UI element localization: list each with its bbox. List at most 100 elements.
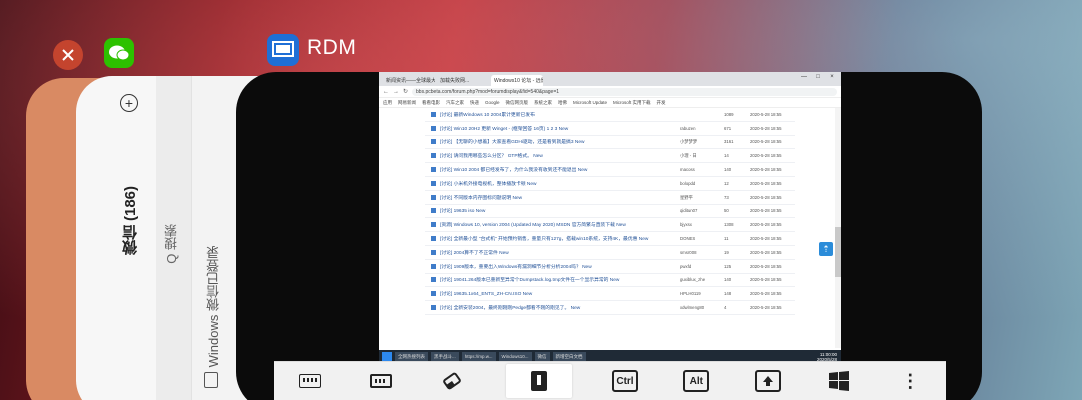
reload-icon[interactable]: ↻ [403,88,408,95]
thread-author[interactable]: 星野平 [680,195,724,200]
windows-key-button[interactable] [821,367,857,395]
thread-title[interactable]: [资源] Windows 10, version 2004 (Updated M… [440,221,680,228]
forum-row[interactable]: [讨论] Win10 20H2 更新 Winget - (框架回答 16页) 1… [425,122,795,136]
forum-row[interactable]: [讨论] 最新Windows 10 2004累计更新已发布 1089 2020-5-… [425,108,795,122]
thread-title[interactable]: [讨论] 全新安装2004，最终刚刚刚Pedge都看不刚的刚见了。 New [440,304,680,311]
forum-row[interactable]: [讨论] 1909版本，重要出入Windows有漏洞细节分析分析2004吗？ N… [425,260,795,274]
keyboard-fn-button[interactable] [363,367,399,395]
scroll-top-button[interactable]: ⇡ [819,242,833,256]
thread-icon [431,263,436,269]
thread-author[interactable]: rabuzen [680,126,724,131]
remote-desktop-app-icon[interactable] [53,40,83,70]
bookmark-item[interactable]: Microsoft 实用下载 [613,100,651,106]
thread-author[interactable]: 小理 - 日 [680,153,724,158]
eraser-button[interactable] [434,367,470,395]
forum-row[interactable]: [讨论] 全新最小型 "台式机" 开始预约销售，重量只有127g，搭载win10… [425,232,795,246]
bookmark-item[interactable]: 快递 [470,100,479,106]
thread-title[interactable]: [讨论] 请问我用哪些怎么分区？ GTP格式。 New [440,152,680,159]
thread-author[interactable]: pwxfd [680,264,724,269]
bookmark-item[interactable]: 汽车之家 [446,100,464,106]
thread-author[interactable]: qiditun07 [680,208,724,213]
thread-title[interactable]: [讨论] Win10 2004 都已经发布了，为什么我没有收到还不能退出 New [440,166,680,173]
keyboard-icon [298,374,321,388]
thread-title[interactable]: [讨论] 最新Windows 10 2004累计更新已发布 [440,111,680,118]
add-icon[interactable]: + [120,94,138,112]
bookmark-item[interactable]: 哈佛 [558,100,567,106]
forum-thread-list: [讨论] 最新Windows 10 2004累计更新已发布 1089 2020-5-… [425,108,795,315]
phone-icon[interactable] [204,372,218,388]
thread-title[interactable]: [讨论] 19041.264版本已重新至异常个Dumpstack.log.tmp… [440,276,680,283]
rdm-app-icon[interactable] [267,34,299,66]
bookmark-item[interactable]: Microsoft Update [573,100,607,105]
thread-author[interactable]: HPLH0119 [680,291,724,296]
bookmark-item[interactable]: 网易新闻 [398,100,416,106]
search-input[interactable]: Q 搜索 [162,224,181,264]
thread-icon [431,167,436,173]
url-input[interactable]: bbs.pcbeta.com/forum.php?mod=forumdispla… [412,87,837,96]
keyboard-button[interactable] [292,367,328,395]
forum-row[interactable]: [讨论] 2004算不了不正常件 New smsr008 19 2020-5-28 1… [425,246,795,260]
window-controls: — □ × [797,72,839,82]
thread-author[interactable]: smsr008 [680,250,724,255]
wechat-app-icon[interactable] [104,38,134,68]
bookmark-item[interactable]: 开发 [657,100,666,106]
alt-key-label: Alt [683,370,710,392]
login-status: Windows 微信已登录 [206,246,221,368]
browser-tab-active[interactable]: Windows10 论坛 - 远景论坛 [491,75,543,86]
thread-title[interactable]: [讨论] 全新最小型 "台式机" 开始预约销售，重量只有127g，搭载win10… [440,235,680,242]
browser-tabbar: 新闻资讯——全球最大的中文IT门户 加载失败网... Windows10 论坛 … [379,72,841,86]
thread-icon [431,291,436,297]
touch-mode-button[interactable] [505,364,572,398]
thread-author[interactable]: macoss [680,167,724,172]
thread-icon [431,249,436,255]
forum-row[interactable]: [讨论] 19635 iso New qiditun07 50 2020-5-28 1… [425,205,795,219]
thread-author[interactable]: bolopdd [680,181,724,186]
bookmark-item[interactable]: 看看电影 [422,100,440,106]
thread-title[interactable]: [讨论] 不同版本内存图标问题说明 New [440,194,680,201]
forum-row[interactable]: [讨论] 全新安装2004，最终刚刚刚Pedge都看不刚的刚见了。 New xdw… [425,301,795,315]
maximize-button[interactable]: □ [811,72,825,82]
close-button[interactable]: × [825,72,839,82]
thread-title[interactable]: [讨论] 19635.1x64_ENTS_ZH-CN.ISO New [440,290,680,297]
forum-row[interactable]: [讨论] 【无聊的小想着】大家查看GDHi驱动，还是看到就是搞3 New 小梦梦梦… [425,136,795,150]
thread-title[interactable]: [讨论] 1909版本，重要出入Windows有漏洞细节分析分析2004吗？ N… [440,263,680,270]
scrollbar-thumb[interactable] [835,227,841,277]
thread-author[interactable]: 小梦梦梦 [680,139,724,144]
forum-row[interactable]: [资源] Windows 10, version 2004 (Updated M… [425,218,795,233]
thread-author[interactable]: bjyxsx [680,222,724,227]
thread-title[interactable]: [讨论] 2004算不了不正常件 New [440,249,680,256]
forum-row[interactable]: [讨论] 不同版本内存图标问题说明 New 星野平 73 2020-5-28 18:5… [425,191,795,205]
thread-last-post: 2020-5-28 18:55 [750,111,782,117]
thread-author[interactable]: DONES [680,236,724,241]
rdm-app-card[interactable]: 新闻资讯——全球最大的中文IT门户 加载失败网... Windows10 论坛 … [236,72,982,400]
thread-icon [431,277,436,283]
thread-title[interactable]: [讨论] 小米机外接电视机，整体播放卡顿 New [440,180,680,187]
thread-title[interactable]: [讨论] 19635 iso New [440,207,680,214]
bookmark-item[interactable]: 应用 [383,100,392,106]
alt-button[interactable]: Alt [678,367,714,395]
browser-tab[interactable]: 新闻资讯——全球最大的中文IT门户 [383,75,435,86]
minimize-button[interactable]: — [797,72,811,82]
thread-last-post: 2020-5-28 18:55 [750,249,782,255]
forward-icon[interactable]: → [393,89,399,95]
forum-row[interactable]: [讨论] Win10 2004 都已经发布了，为什么我没有收到还不能退出 New… [425,163,795,177]
bookmark-item[interactable]: 系统之家 [534,100,552,106]
forum-row[interactable]: [讨论] 请问我用哪些怎么分区？ GTP格式。 New 小理 - 日 14 2020-… [425,149,795,164]
thread-title[interactable]: [讨论] Win10 20H2 更新 Winget - (框架回答 16页) 1… [440,125,680,132]
back-icon[interactable]: ← [383,89,389,95]
forum-row[interactable]: [讨论] 小米机外接电视机，整体播放卡顿 New bolopdd 12 2020-5-… [425,177,795,191]
shift-button[interactable] [750,367,786,395]
forum-row[interactable]: [讨论] 19635.1x64_ENTS_ZH-CN.ISO New HPLH01… [425,287,795,302]
ctrl-button[interactable]: Ctrl [607,367,643,395]
more-button[interactable]: ⋮ [892,367,928,395]
remote-screen[interactable]: 新闻资讯——全球最大的中文IT门户 加载失败网... Windows10 论坛 … [379,72,841,364]
thread-count: 1308 [724,222,734,228]
thread-author[interactable]: guxiblux_zhe [680,277,724,282]
browser-tab[interactable]: 加载失败网... [437,75,489,86]
thread-title[interactable]: [讨论] 【无聊的小想着】大家查看GDHi驱动，还是看到就是搞3 New [440,138,680,145]
bookmark-item[interactable]: Google [485,100,500,105]
thread-author[interactable]: xdwlmeng80 [680,305,724,310]
forum-row[interactable]: [讨论] 19041.264版本已重新至异常个Dumpstack.log.tmp… [425,274,795,288]
thread-icon [431,125,436,131]
bookmark-item[interactable]: 微信网页版 [506,100,529,106]
